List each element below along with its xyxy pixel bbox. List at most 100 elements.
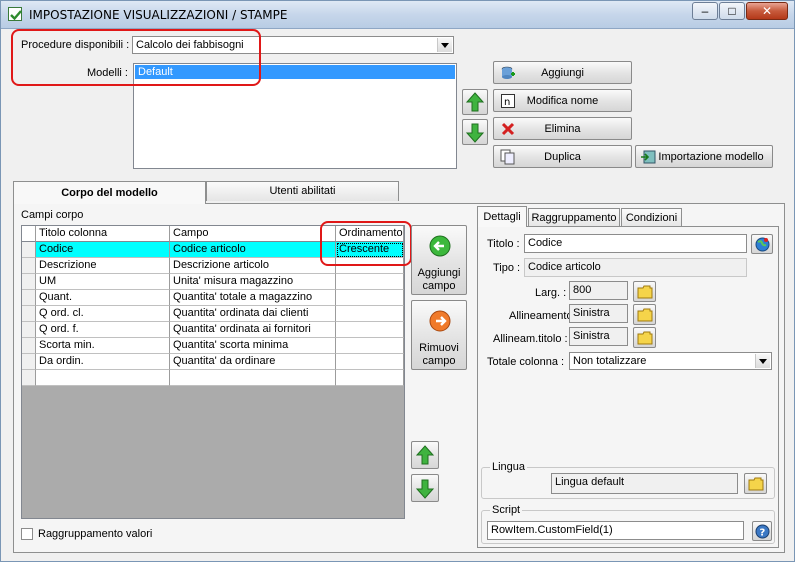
cell-field[interactable]: Quantita' totale a magazzino <box>170 290 336 306</box>
move-model-up-button[interactable] <box>462 89 488 115</box>
title-bar: IMPOSTAZIONE VISUALIZZAZIONI / STAMPE – … <box>1 1 794 29</box>
add-model-button[interactable]: Aggiungi <box>493 61 632 84</box>
maximize-button[interactable]: □ <box>719 2 745 20</box>
cell-title[interactable]: Codice <box>36 242 170 258</box>
title-input[interactable]: Codice <box>524 234 747 253</box>
col-header-field[interactable]: Campo <box>170 226 336 242</box>
arrow-up-icon <box>416 445 434 465</box>
app-check-icon <box>8 7 22 21</box>
tab-details[interactable]: Dettagli <box>477 206 527 227</box>
cell-field[interactable]: Descrizione articolo <box>170 258 336 274</box>
row-indicator <box>22 274 36 290</box>
maximize-icon: □ <box>728 4 736 18</box>
cell-order[interactable] <box>336 338 404 354</box>
cell-title[interactable]: Descrizione <box>36 258 170 274</box>
body-fields-label: Campi corpo <box>21 209 84 221</box>
cell-title[interactable]: Quant. <box>36 290 170 306</box>
fields-grid[interactable]: Titolo colonna Campo Ordinamento Codice … <box>21 225 405 519</box>
move-field-up-button[interactable] <box>411 441 439 469</box>
import-model-button[interactable]: Importazione modello <box>635 145 773 168</box>
chevron-down-icon[interactable] <box>755 354 770 368</box>
group-values-checkbox[interactable] <box>21 528 33 540</box>
title-align-browse-button[interactable] <box>633 327 656 348</box>
width-browse-button[interactable] <box>633 281 656 302</box>
add-model-label: Aggiungi <box>541 67 584 79</box>
align-input[interactable]: Sinistra <box>569 304 628 323</box>
arrow-down-icon <box>416 479 434 499</box>
arrow-left-circle-icon <box>429 235 451 257</box>
script-group-title: Script <box>490 504 523 516</box>
row-indicator <box>22 338 36 354</box>
remove-field-button[interactable]: Rimuovi campo <box>411 300 467 370</box>
tab-users-label: Utenti abilitati <box>269 185 336 197</box>
move-field-down-button[interactable] <box>411 474 439 502</box>
tab-conditions[interactable]: Condizioni <box>621 208 682 227</box>
add-field-button[interactable]: Aggiungi campo <box>411 225 467 295</box>
minimize-button[interactable]: – <box>692 2 718 20</box>
tab-enabled-users[interactable]: Utenti abilitati <box>206 181 399 201</box>
cell-order[interactable] <box>336 290 404 306</box>
align-browse-button[interactable] <box>633 304 656 325</box>
title-align-input[interactable]: Sinistra <box>569 327 628 346</box>
row-indicator <box>22 258 36 274</box>
close-button[interactable]: ✕ <box>746 2 788 20</box>
cell-field[interactable]: Unita' misura magazzino <box>170 274 336 290</box>
translate-title-button[interactable] <box>751 234 773 254</box>
remove-field-label-2: campo <box>422 355 456 367</box>
row-indicator <box>22 290 36 306</box>
title-label: Titolo : <box>487 238 520 250</box>
cell-order[interactable] <box>336 370 404 386</box>
type-label: Tipo : <box>493 262 521 274</box>
cell-title[interactable] <box>36 370 170 386</box>
cell-title[interactable]: Q ord. f. <box>36 322 170 338</box>
minimize-icon: – <box>701 4 709 18</box>
cell-order[interactable] <box>336 322 404 338</box>
script-help-button[interactable]: ? <box>752 521 772 541</box>
import-model-label: Importazione modello <box>658 151 764 163</box>
cell-field[interactable]: Quantita' ordinata ai fornitori <box>170 322 336 338</box>
arrow-up-icon <box>466 92 484 112</box>
globe-icon <box>755 237 770 252</box>
folder-icon <box>637 308 653 322</box>
script-value[interactable]: RowItem.CustomField(1) <box>487 521 744 540</box>
add-field-label-1: Aggiungi <box>417 267 461 279</box>
tab-details-label: Dettagli <box>483 211 521 223</box>
tab-grouping[interactable]: Raggruppamento <box>528 208 620 227</box>
cell-field[interactable]: Quantita' scorta minima <box>170 338 336 354</box>
cell-field[interactable]: Codice articolo <box>170 242 336 258</box>
remove-field-label-1: Rimuovi <box>419 342 459 354</box>
row-indicator <box>22 354 36 370</box>
duplicate-model-button[interactable]: Duplica <box>493 145 632 168</box>
language-browse-button[interactable] <box>744 473 767 494</box>
arrow-right-circle-icon <box>429 310 451 332</box>
row-indicator <box>22 226 36 242</box>
cell-order[interactable] <box>336 354 404 370</box>
cell-order[interactable] <box>336 274 404 290</box>
cell-title[interactable]: Q ord. cl. <box>36 306 170 322</box>
total-select[interactable]: Non totalizzare <box>569 352 772 370</box>
col-header-title[interactable]: Titolo colonna <box>36 226 170 242</box>
cell-order[interactable] <box>336 306 404 322</box>
type-value: Codice articolo <box>524 258 747 277</box>
tab-body-model[interactable]: Corpo del modello <box>13 181 206 204</box>
tab-conditions-label: Condizioni <box>625 212 678 224</box>
cell-field[interactable] <box>170 370 336 386</box>
delete-model-button[interactable]: Elimina <box>493 117 632 140</box>
tab-body-label: Corpo del modello <box>61 187 158 199</box>
width-input[interactable]: 800 <box>569 281 628 300</box>
cell-field[interactable]: Quantita' ordinata dai clienti <box>170 306 336 322</box>
move-model-down-button[interactable] <box>462 119 488 145</box>
add-field-label-2: campo <box>422 280 456 292</box>
chevron-down-icon[interactable] <box>437 38 452 52</box>
arrow-down-icon <box>466 123 484 143</box>
cell-title[interactable]: UM <box>36 274 170 290</box>
cell-field[interactable]: Quantita' da ordinare <box>170 354 336 370</box>
rename-model-button[interactable]: n Modifica nome <box>493 89 632 112</box>
row-indicator <box>22 370 36 386</box>
language-value: Lingua default <box>551 473 738 494</box>
annotation-highlight-procedure <box>11 29 261 86</box>
annotation-highlight-order <box>320 221 412 266</box>
main-window: IMPOSTAZIONE VISUALIZZAZIONI / STAMPE – … <box>0 0 795 562</box>
cell-title[interactable]: Scorta min. <box>36 338 170 354</box>
cell-title[interactable]: Da ordin. <box>36 354 170 370</box>
